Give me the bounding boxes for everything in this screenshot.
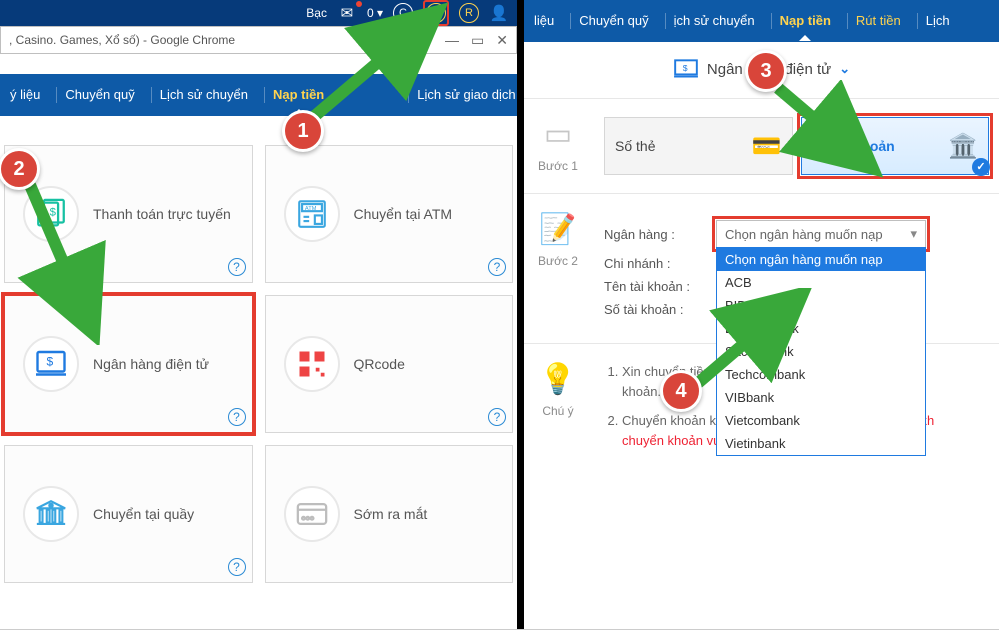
tab-chuyen-quy[interactable]: Chuyển quỹ [570, 13, 656, 29]
ebanking-icon: $ [673, 58, 699, 80]
caret-down-icon: ▾ [910, 226, 917, 242]
app-header: Bạc ✉ 0 ▾ C N R 👤 [0, 0, 517, 26]
tab-lieu[interactable]: liệu [534, 13, 562, 29]
card-label: Thanh toán trực tuyến [93, 206, 231, 222]
holder-label: Tên tài khoản : [604, 279, 704, 294]
copyright-icon[interactable]: C [393, 3, 413, 23]
tab-lich-su[interactable]: Lịch sử chuyển [151, 87, 256, 103]
chrome-titlebar: , Casino. Games, Xổ số) - Google Chrome … [0, 26, 517, 54]
bank-select[interactable]: Chọn ngân hàng muốn nạp ▾ [716, 220, 926, 248]
tab-nap-tien[interactable]: Nạp tiền [264, 87, 332, 103]
bank-dropdown[interactable]: Chọn ngân hàng muốn nạp ACB BIDV Dong A … [716, 247, 926, 456]
step-label: Bước 2 [528, 254, 588, 268]
deposit-shortcut[interactable]: N [423, 0, 449, 26]
bank-option[interactable]: Dong A bank [717, 317, 925, 340]
card-atm[interactable]: ATM Chuyển tại ATM ? [265, 145, 514, 283]
bank-counter-icon [23, 486, 79, 542]
bank-icon: 🏛️ [948, 132, 978, 161]
choice-account-number[interactable]: Số tài khoản 🏛️ ✓ [801, 117, 990, 175]
help-icon[interactable]: ? [228, 408, 246, 426]
card-coming-soon[interactable]: Sớm ra mắt [265, 445, 514, 583]
svg-text:$: $ [683, 63, 688, 73]
bank-label: Ngân hàng : [604, 227, 704, 242]
step-badge-1: 1 [282, 110, 324, 152]
tab-nap-tien[interactable]: Nạp tiền [771, 13, 839, 29]
ebanking-icon: $ [23, 336, 79, 392]
panel-divider [517, 0, 524, 630]
check-icon: ✓ [972, 158, 990, 176]
card-label: Ngân hàng điện tử [93, 356, 209, 372]
svg-text:ATM: ATM [304, 206, 316, 212]
choice-label: Số tài khoản [812, 138, 895, 154]
step-badge-4: 4 [660, 370, 702, 412]
user-level: Bạc [306, 6, 327, 20]
credit-card-icon: 💳 [752, 132, 782, 161]
chevron-down-icon[interactable]: ⌄ [839, 61, 850, 77]
atm-icon: ATM [284, 186, 340, 242]
card-counter[interactable]: Chuyển tại quầy ? [4, 445, 253, 583]
tab-lich[interactable]: Lịch [917, 13, 958, 29]
nav-tabs-right: liệu Chuyển quỹ ịch sử chuyển Nạp tiền R… [524, 0, 999, 42]
mail-icon[interactable]: ✉ [337, 3, 357, 23]
nav-tabs-left: ý liệu Chuyển quỹ Lịch sử chuyển Nạp tiề… [0, 74, 517, 116]
card-label: Chuyển tại quầy [93, 506, 194, 522]
online-payment-icon: $ [23, 186, 79, 242]
help-icon[interactable]: ? [228, 258, 246, 276]
branch-label: Chi nhánh : [604, 256, 704, 271]
bank-option[interactable]: VIBbank [717, 386, 925, 409]
help-icon[interactable]: ? [488, 408, 506, 426]
card-label: QRcode [354, 356, 405, 372]
bank-option[interactable]: Techcombank [717, 363, 925, 386]
bank-option[interactable]: Chọn ngân hàng muốn nạp [717, 248, 925, 271]
tab-chuyen-quy[interactable]: Chuyển quỹ [56, 87, 142, 103]
tab-lich-su[interactable]: ịch sử chuyển [665, 13, 763, 29]
qrcode-icon [284, 336, 340, 392]
step-label: Bước 1 [528, 159, 588, 173]
card-online-payment[interactable]: $ Thanh toán trực tuyến ? [4, 145, 253, 283]
bank-option[interactable]: Vietinbank [717, 432, 925, 455]
svg-text:$: $ [47, 355, 54, 369]
choice-label: Số thẻ [615, 138, 655, 154]
withdraw-shortcut[interactable]: R [459, 3, 479, 23]
card-label: Sớm ra mắt [354, 506, 428, 522]
step-badge-3: 3 [745, 50, 787, 92]
bank-option[interactable]: Vietcombank [717, 409, 925, 432]
user-icon[interactable]: 👤 [489, 3, 509, 23]
window-minimize[interactable]: — [445, 32, 459, 49]
step1-section: ▭ Bước 1 Số thẻ 💳 Số tài khoản 🏛️ ✓ [524, 98, 999, 193]
bank-option[interactable]: Sacombank [717, 340, 925, 363]
tab-yieu[interactable]: ý liệu [10, 87, 48, 103]
card-qrcode[interactable]: QRcode ? [265, 295, 514, 433]
card-icon [284, 486, 340, 542]
step2-section: 📝 Bước 2 Ngân hàng : Chọn ngân hàng muốn… [524, 193, 999, 343]
lightbulb-icon: 💡 [536, 362, 580, 398]
help-icon[interactable]: ? [488, 258, 506, 276]
step-badge-2: 2 [0, 148, 40, 190]
deposit-method-grid: $ Thanh toán trực tuyến ? ATM Chuyển tại… [0, 145, 517, 583]
card-e-banking[interactable]: $ Ngân hàng điện tử ? [4, 295, 253, 433]
form-icon: 📝 [536, 212, 580, 248]
svg-text:$: $ [50, 206, 57, 218]
step-label: Chú ý [528, 404, 588, 418]
choice-card-number[interactable]: Số thẻ 💳 [604, 117, 793, 175]
bank-select-value: Chọn ngân hàng muốn nạp [725, 227, 883, 242]
window-close[interactable]: ✕ [496, 32, 508, 49]
bank-option[interactable]: BIDV [717, 294, 925, 317]
card-label: Chuyển tại ATM [354, 206, 453, 222]
bank-option[interactable]: ACB [717, 271, 925, 294]
balance[interactable]: 0 ▾ [367, 6, 383, 20]
cards-icon: ▭ [536, 117, 580, 153]
window-maximize[interactable]: ▭ [471, 32, 484, 49]
help-icon[interactable]: ? [228, 558, 246, 576]
acct-label: Số tài khoản : [604, 302, 704, 317]
tab-rut-tien[interactable]: Rút tiền [847, 13, 909, 29]
window-title: , Casino. Games, Xổ số) - Google Chrome [9, 33, 235, 47]
tab-lich-su-gd[interactable]: Lịch sử giao dịch [408, 87, 523, 103]
